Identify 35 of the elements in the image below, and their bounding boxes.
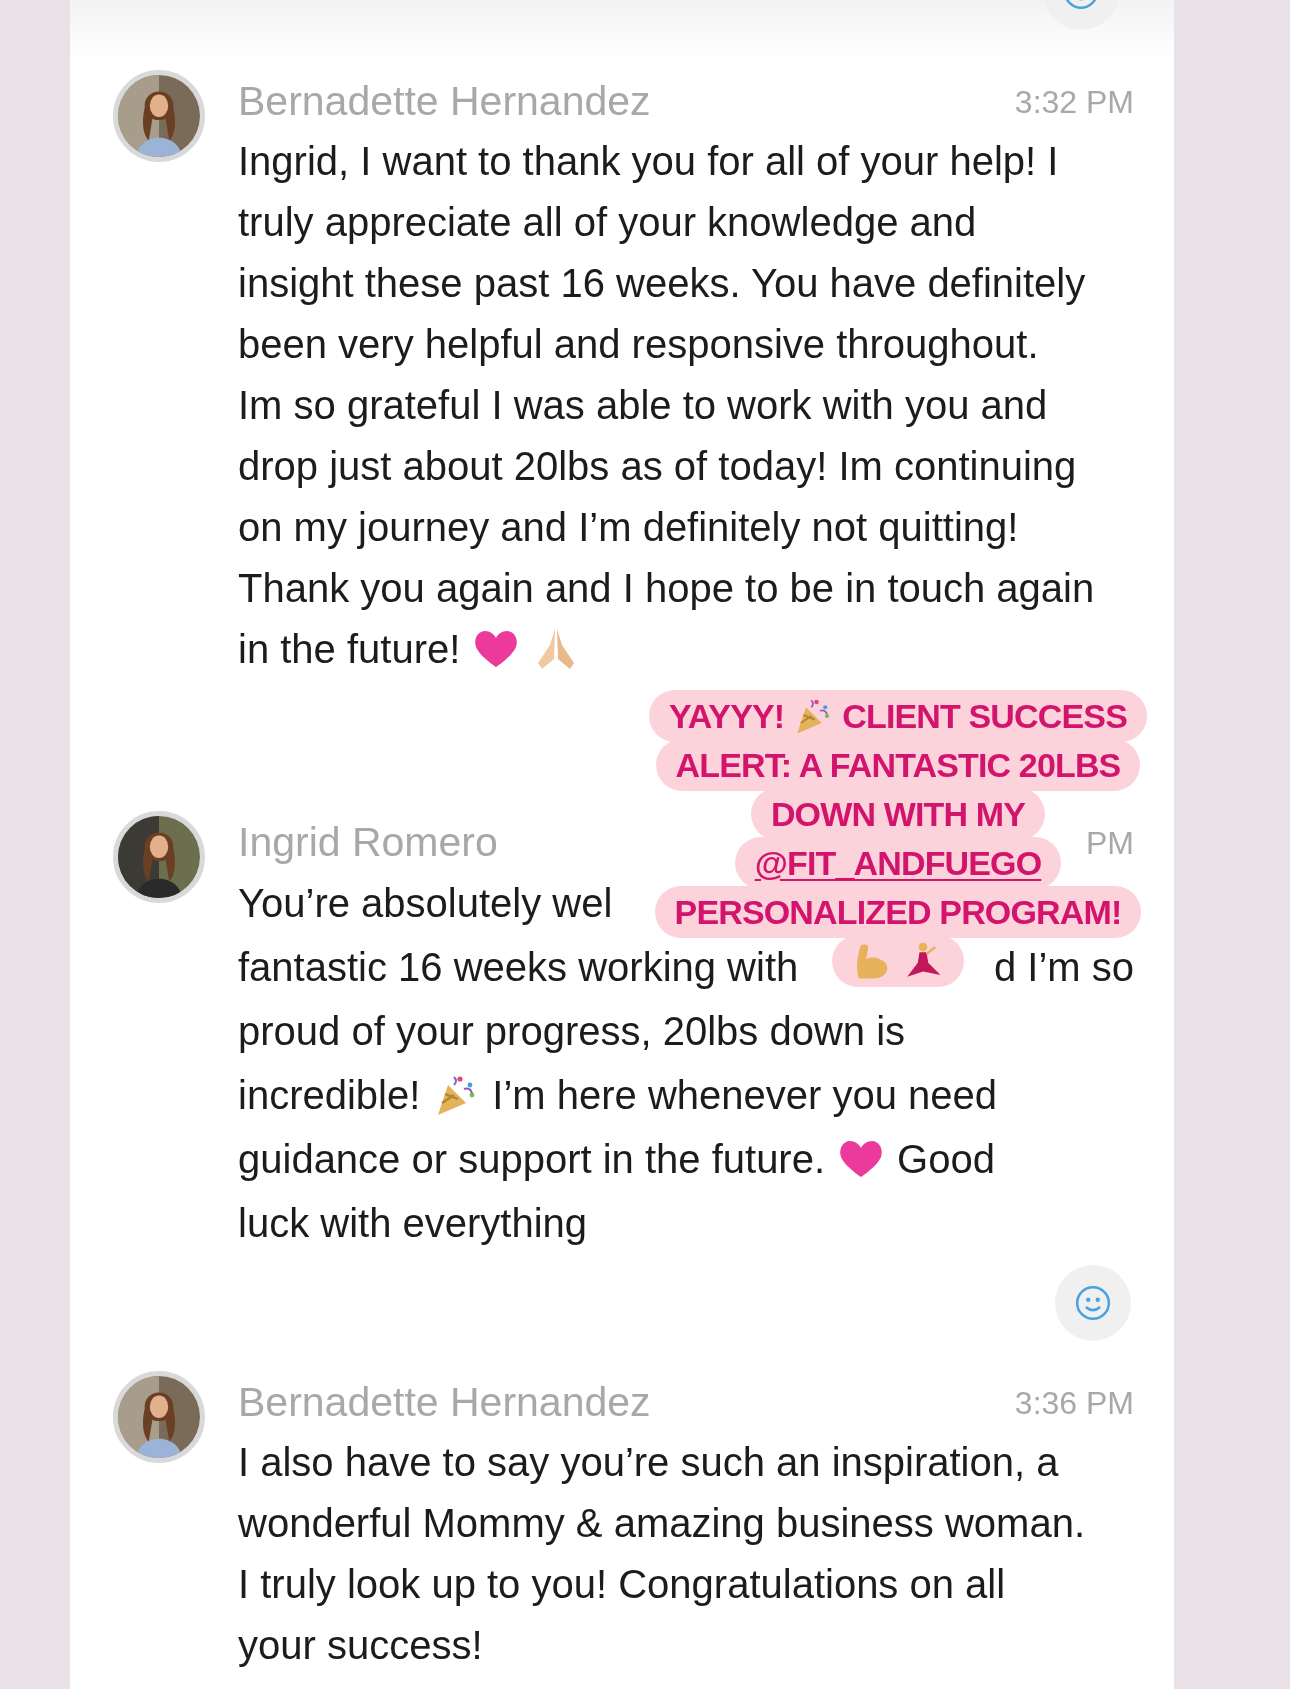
message-text: Im so grateful I was able to work with you and xyxy=(238,381,1048,429)
smiley-icon xyxy=(1074,1284,1112,1322)
mention-link[interactable]: @FIT_ANDFUEGO xyxy=(754,837,1042,889)
message-text: guidance or support in the future. xyxy=(238,1136,826,1183)
message-text: been very helpful and responsive throughout. xyxy=(238,320,1039,368)
message-text: your success! xyxy=(238,1621,483,1669)
sticker-text: ALERT: A FANTASTIC 20LBS xyxy=(675,744,1121,786)
sender-name: Bernadette Hernandez xyxy=(238,77,651,127)
message-text: incredible! xyxy=(238,1072,421,1119)
message-text: Ingrid, I want to thank you for all of your help! I xyxy=(238,137,1059,185)
message-text: fantastic 16 weeks working with xyxy=(238,944,799,991)
sender-name: Ingrid Romero xyxy=(238,818,498,868)
message-text: I’m here whenever you need xyxy=(492,1072,998,1119)
message-time: 3:36 PM xyxy=(1014,1384,1134,1423)
message-text: Thank you again and I hope to be in touch again xyxy=(238,564,1095,612)
message-time: PM xyxy=(1086,824,1134,863)
message-text: on my journey and I’m definitely not quitting! xyxy=(238,503,1019,551)
message-text: d I’m so xyxy=(993,944,1134,991)
message-text: truly appreciate all of your knowledge and xyxy=(238,198,977,246)
sticker-text: YAYYY! xyxy=(669,695,785,737)
message-text: I truly look up to you! Congratulations on all xyxy=(238,1560,1006,1608)
message-text: proud of your progress, 20lbs down is xyxy=(238,1008,906,1055)
message-text: in the future! xyxy=(238,625,461,673)
message-text: insight these past 16 weeks. You have definitely xyxy=(238,259,1086,307)
sender-name: Bernadette Hernandez xyxy=(238,1378,651,1428)
message-time: 3:32 PM xyxy=(1014,83,1134,122)
message-text: You’re absolutely wel xyxy=(238,880,613,927)
message-text: wonderful Mommy & amazing business woman. xyxy=(238,1499,1085,1547)
sticker-text: DOWN WITH MY xyxy=(770,793,1026,835)
sticker-text: CLIENT SUCCESS xyxy=(842,695,1127,737)
message-text: drop just about 20lbs as of today! Im continuing xyxy=(238,442,1077,490)
message-text: luck with everything xyxy=(238,1200,588,1247)
message-text: Good xyxy=(897,1136,995,1183)
message-text: I also have to say you’re such an inspiration, a xyxy=(238,1438,1059,1486)
sticker-text: PERSONALIZED PROGRAM! xyxy=(674,891,1122,933)
